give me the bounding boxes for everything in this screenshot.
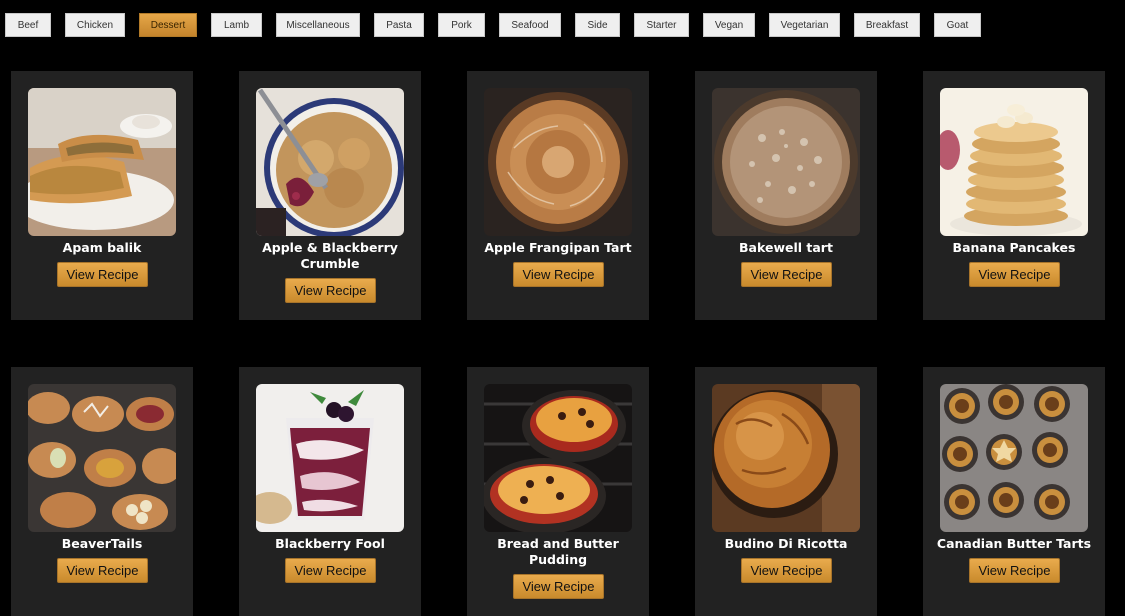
view-recipe-button[interactable]: View Recipe <box>969 558 1060 583</box>
view-recipe-button[interactable]: View Recipe <box>57 262 148 287</box>
tab-lamb[interactable]: Lamb <box>211 13 262 37</box>
recipe-title: Canadian Butter Tarts <box>936 536 1092 551</box>
recipe-image[interactable] <box>28 88 176 236</box>
tab-chicken[interactable]: Chicken <box>65 13 125 37</box>
recipe-title: Banana Pancakes <box>952 240 1076 255</box>
recipe-card: Bread and Butter Pudding View Recipe <box>467 367 649 616</box>
recipe-image[interactable] <box>484 88 632 236</box>
tab-beef[interactable]: Beef <box>5 13 51 37</box>
tab-goat[interactable]: Goat <box>934 13 981 37</box>
recipe-image[interactable] <box>256 384 404 532</box>
category-tab-bar: Beef Chicken Dessert Lamb Miscellaneous … <box>0 0 1125 48</box>
tab-breakfast[interactable]: Breakfast <box>854 13 920 37</box>
recipe-title: Apam balik <box>62 240 142 255</box>
recipe-title: Apple Frangipan Tart <box>484 240 632 255</box>
recipe-card: Canadian Butter Tarts View Recipe <box>923 367 1105 616</box>
tab-starter[interactable]: Starter <box>634 13 689 37</box>
tab-pork[interactable]: Pork <box>438 13 485 37</box>
recipe-card: Apple Frangipan Tart View Recipe <box>467 71 649 320</box>
recipe-title: Budino Di Ricotta <box>724 536 848 551</box>
view-recipe-button[interactable]: View Recipe <box>57 558 148 583</box>
recipe-title: Bread and Butter Pudding <box>497 536 619 567</box>
tab-vegetarian[interactable]: Vegetarian <box>769 13 840 37</box>
recipe-card: Blackberry Fool View Recipe <box>239 367 421 616</box>
tab-pasta[interactable]: Pasta <box>374 13 424 37</box>
recipe-card: Budino Di Ricotta View Recipe <box>695 367 877 616</box>
recipe-image[interactable] <box>28 384 176 532</box>
recipe-image[interactable] <box>712 88 860 236</box>
view-recipe-button[interactable]: View Recipe <box>513 262 604 287</box>
recipe-card: Banana Pancakes View Recipe <box>923 71 1105 320</box>
view-recipe-button[interactable]: View Recipe <box>741 262 832 287</box>
recipe-card: Bakewell tart View Recipe <box>695 71 877 320</box>
view-recipe-button[interactable]: View Recipe <box>969 262 1060 287</box>
recipe-card: Apple & Blackberry Crumble View Recipe <box>239 71 421 320</box>
tab-seafood[interactable]: Seafood <box>499 13 561 37</box>
recipe-image[interactable] <box>940 384 1088 532</box>
recipe-card: BeaverTails View Recipe <box>11 367 193 616</box>
view-recipe-button[interactable]: View Recipe <box>285 558 376 583</box>
recipe-image[interactable] <box>940 88 1088 236</box>
recipe-title: BeaverTails <box>61 536 143 551</box>
recipe-title: Bakewell tart <box>739 240 833 255</box>
tab-side[interactable]: Side <box>575 13 620 37</box>
recipe-image[interactable] <box>484 384 632 532</box>
view-recipe-button[interactable]: View Recipe <box>513 574 604 599</box>
recipe-card: Apam balik View Recipe <box>11 71 193 320</box>
tab-dessert[interactable]: Dessert <box>139 13 197 37</box>
view-recipe-button[interactable]: View Recipe <box>285 278 376 303</box>
tab-miscellaneous[interactable]: Miscellaneous <box>276 13 360 37</box>
recipe-image[interactable] <box>256 88 404 236</box>
recipe-title: Apple & Blackberry Crumble <box>262 240 398 271</box>
recipe-title: Blackberry Fool <box>275 536 385 551</box>
recipe-image[interactable] <box>712 384 860 532</box>
view-recipe-button[interactable]: View Recipe <box>741 558 832 583</box>
tab-vegan[interactable]: Vegan <box>703 13 755 37</box>
